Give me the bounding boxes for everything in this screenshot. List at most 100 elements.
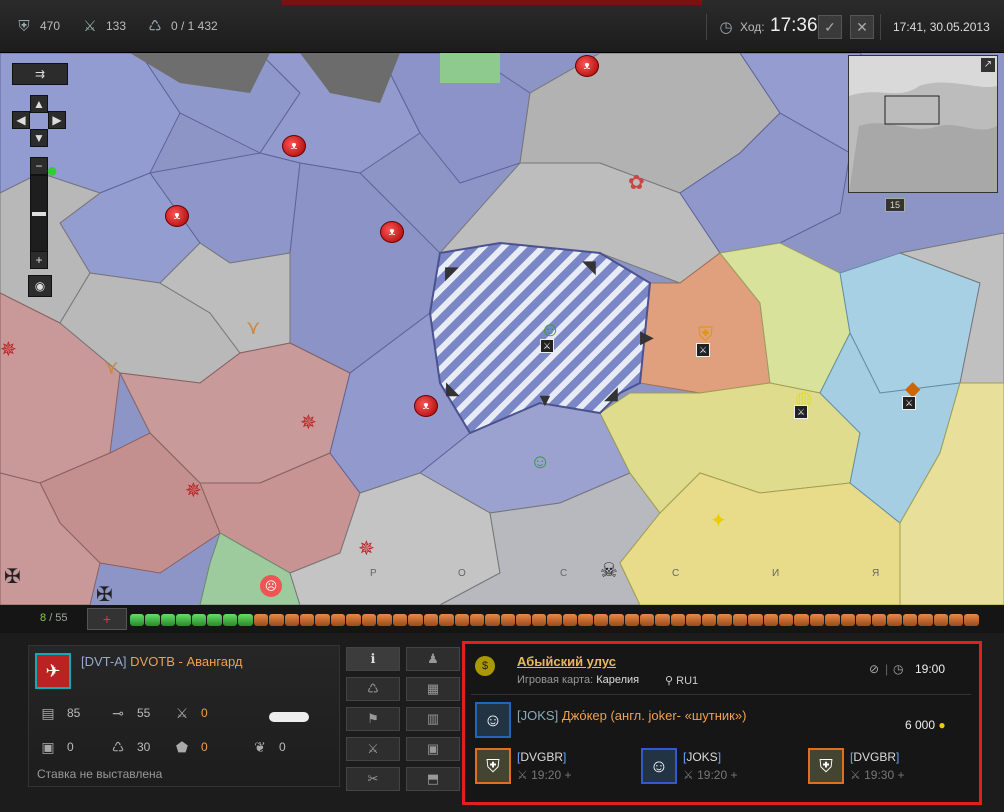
- attacker-time: ⚔ 19:20 +: [517, 768, 572, 782]
- slot-filled: [160, 614, 176, 626]
- pan-left-button[interactable]: ◀: [12, 111, 30, 129]
- slot-empty: [408, 614, 423, 626]
- pan-right-button[interactable]: ▶: [48, 111, 66, 129]
- slot-empty: [624, 614, 639, 626]
- zoom-handle[interactable]: [32, 212, 46, 216]
- respawn-button[interactable]: ♺: [346, 677, 400, 701]
- map-mode-button[interactable]: ⇉: [12, 63, 68, 85]
- clan-title: DVOTB - Авангард: [130, 654, 243, 669]
- land-button[interactable]: ▣: [406, 737, 460, 761]
- influence-stat: ♺ 0 / 1 432: [145, 16, 217, 36]
- slot-empty: [887, 614, 902, 626]
- rank-chevron-icon[interactable]: ⋎: [104, 358, 119, 378]
- joker-emblem[interactable]: ☺: [540, 320, 560, 340]
- clan-emblem-star[interactable]: ✵: [0, 340, 17, 360]
- clan-emblem-devil[interactable]: ᴥ: [380, 221, 404, 243]
- slot-empty: [655, 614, 670, 626]
- slot-empty: [485, 614, 500, 626]
- zoom-in-button[interactable]: +: [30, 251, 48, 269]
- top-bar: ⛨ 470 ⚔ 133 ♺ 0 / 1 432 ◷ Ход: 17:36 ✓ ✕…: [0, 0, 1004, 53]
- divider: [880, 14, 881, 40]
- clock-icon: ◷: [893, 662, 904, 676]
- clan-emblem-green[interactable]: ●: [46, 161, 58, 181]
- attack-arrow-icon[interactable]: ◣: [446, 378, 460, 398]
- clan-emblem-devil[interactable]: ᴥ: [282, 135, 306, 157]
- battle-icon[interactable]: ⚔: [902, 396, 916, 410]
- owner-clan[interactable]: [JOKS] Джо́кер (англ. joker- «шутник»): [517, 708, 746, 723]
- defense-icon: ⚔: [850, 768, 861, 782]
- clan-emblem-devil[interactable]: ᴥ: [575, 55, 599, 77]
- clan-emblem-skull[interactable]: ☠: [600, 561, 618, 581]
- add-province-button[interactable]: +: [87, 608, 127, 630]
- info-button[interactable]: ℹ: [346, 647, 400, 671]
- battle-icon[interactable]: ⚔: [794, 405, 808, 419]
- clan-emblem[interactable]: ✈: [35, 653, 71, 689]
- soldier-icon: ♟: [427, 651, 439, 666]
- slot-empty: [330, 614, 346, 626]
- clan-emblem-pikachu[interactable]: ✦: [710, 511, 727, 531]
- clan-emblem-shield[interactable]: ⛨: [698, 325, 713, 345]
- slot-filled: [130, 614, 145, 626]
- slot-empty: [469, 614, 485, 626]
- province-name[interactable]: Абыйский улус: [517, 654, 616, 669]
- slot-empty: [531, 614, 547, 626]
- attack-arrow-icon[interactable]: ◢: [604, 383, 618, 403]
- soldier-button[interactable]: ♟: [406, 647, 460, 671]
- laurel-icon: ❦: [254, 738, 266, 755]
- clan-emblem-star[interactable]: ✵: [358, 539, 375, 559]
- rank-chevron-icon[interactable]: ⋎: [246, 318, 261, 338]
- flags-icon: ⚑: [367, 711, 379, 726]
- global-map[interactable]: ⇉ ▲ ◀ ▶ ▼ − + ◉ ᴥ ᴥ ᴥ ᴥ ᴥ ● ✿ ⋎ ⋎ ✵ ✵ ✵ …: [0, 53, 1004, 605]
- tank-move-button[interactable]: ▥: [406, 707, 460, 731]
- attacker-1[interactable]: ⛨ [DVGBR] ⚔ 19:20 +: [465, 748, 625, 788]
- attack-arrow-icon[interactable]: ▶: [640, 327, 654, 347]
- flags-button[interactable]: ⚑: [346, 707, 400, 731]
- close-button[interactable]: ✕: [850, 15, 874, 39]
- tank-icon: ▥: [426, 711, 440, 726]
- clan-emblem-devil[interactable]: ᴥ: [165, 205, 189, 227]
- slot-empty: [840, 614, 856, 626]
- datetime: 17:41, 30.05.2013: [893, 20, 990, 34]
- clan-emblem-flower[interactable]: ✿: [628, 173, 645, 193]
- clan-emblem-dark[interactable]: ✠: [96, 585, 113, 605]
- clan-name[interactable]: [DVT-A] DVOTB - Авангард: [81, 654, 243, 669]
- clan-emblem-angry[interactable]: ☹: [260, 575, 282, 597]
- expand-icon[interactable]: ↗: [981, 58, 995, 72]
- attack-arrow-icon[interactable]: ◥: [582, 257, 596, 277]
- slot-empty: [516, 614, 531, 626]
- battle-icon[interactable]: ⚔: [540, 339, 554, 353]
- zoom-slider[interactable]: [30, 175, 48, 253]
- view-toggle-button[interactable]: ◉: [28, 275, 52, 297]
- game-screen: ⛨ 470 ⚔ 133 ♺ 0 / 1 432 ◷ Ход: 17:36 ✓ ✕…: [0, 0, 1004, 812]
- tank-retreat-button[interactable]: ⬒: [406, 767, 460, 791]
- info-icon: ℹ: [370, 651, 376, 666]
- slot-empty: [717, 614, 732, 626]
- check-button[interactable]: ✓: [818, 15, 842, 39]
- battle-icon[interactable]: ⚔: [696, 343, 710, 357]
- check-icon: ✓: [824, 18, 836, 35]
- joker-emblem[interactable]: ☺: [530, 452, 550, 472]
- province-count-value: 8: [40, 612, 47, 624]
- attack-arrow-icon[interactable]: ◤: [445, 263, 459, 283]
- tanks-button[interactable]: ▦: [406, 677, 460, 701]
- clan-emblem-devil[interactable]: ᴥ: [414, 395, 438, 417]
- slot-empty: [732, 614, 748, 626]
- region-letter: И: [772, 568, 782, 579]
- slot-empty: [794, 614, 809, 626]
- pin-icon: ⚲: [665, 675, 674, 687]
- cancel-attack-button[interactable]: ✂: [346, 767, 400, 791]
- pan-down-button[interactable]: ▼: [30, 129, 48, 147]
- attack-arrow-icon[interactable]: ▼: [536, 390, 554, 410]
- clan-emblem-star[interactable]: ✵: [300, 413, 317, 433]
- attacker-3[interactable]: ⛨ [DVGBR] ⚔ 19:30 +: [798, 748, 958, 788]
- clan-emblem-star[interactable]: ✵: [185, 481, 202, 501]
- pan-up-button[interactable]: ▲: [30, 95, 48, 113]
- owner-emblem[interactable]: ☺: [475, 702, 511, 738]
- clan-emblem-dark[interactable]: ✠: [4, 567, 21, 587]
- attacker-2[interactable]: ☺ [JOKS] ⚔ 19:20 +: [631, 748, 791, 788]
- province-slots: [130, 614, 980, 626]
- turn-label: Ход:: [740, 20, 765, 34]
- region-letter: Я: [872, 568, 882, 579]
- minimap[interactable]: ↗: [848, 55, 998, 193]
- attack-button[interactable]: ⚔: [346, 737, 400, 761]
